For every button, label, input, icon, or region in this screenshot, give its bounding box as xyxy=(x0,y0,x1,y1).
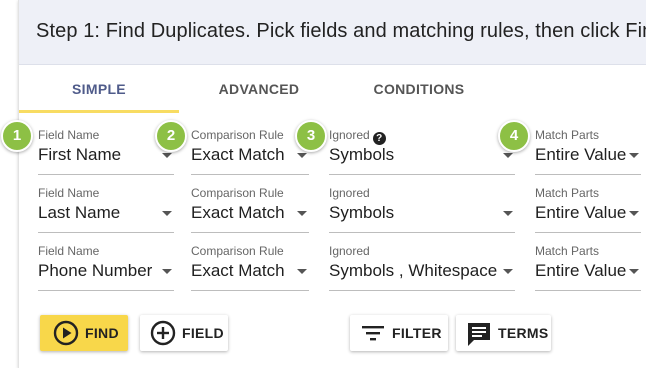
match-parts-value: Entire Value xyxy=(535,145,627,164)
dropdown-arrow-icon xyxy=(297,269,307,274)
tab-bar: SIMPLE ADVANCED CONDITIONS xyxy=(19,65,646,113)
filter-lines-icon xyxy=(362,326,384,341)
step-badge-3: 3 xyxy=(295,120,327,152)
ignored-select-1[interactable]: Ignored? Symbols xyxy=(329,128,515,175)
dropdown-arrow-icon xyxy=(297,211,307,216)
step-badge-4: 4 xyxy=(498,120,530,152)
field-underline xyxy=(535,232,641,233)
match-parts-select-1[interactable]: Match Parts Entire Value xyxy=(535,128,641,175)
comparison-rule-value: Exact Match xyxy=(191,203,285,222)
step-title: Step 1: Find Duplicates. Pick fields and… xyxy=(36,20,646,42)
field-name-label: Field Name xyxy=(38,244,100,258)
dropdown-arrow-icon xyxy=(503,211,513,216)
field-name-label: Field Name xyxy=(38,128,100,142)
step-badge-2: 2 xyxy=(155,120,187,152)
filter-button-label: FILTER xyxy=(392,325,442,341)
find-duplicates-panel: Step 1: Find Duplicates. Pick fields and… xyxy=(18,0,646,368)
field-name-select-2[interactable]: Field Name Last Name xyxy=(38,186,174,233)
step-header: Step 1: Find Duplicates. Pick fields and… xyxy=(19,0,646,65)
match-parts-label: Match Parts xyxy=(535,128,600,142)
tab-advanced[interactable]: ADVANCED xyxy=(179,65,339,113)
field-underline xyxy=(535,174,641,175)
play-circle-icon xyxy=(53,320,79,346)
field-name-label: Field Name xyxy=(38,186,100,200)
field-name-select-3[interactable]: Field Name Phone Number xyxy=(38,244,174,291)
dropdown-arrow-icon xyxy=(629,269,639,274)
filter-button[interactable]: FILTER xyxy=(350,315,448,351)
match-parts-label: Match Parts xyxy=(535,244,600,258)
ignored-label-wrap: Ignored? xyxy=(329,128,386,145)
dropdown-arrow-icon xyxy=(162,211,172,216)
field-underline xyxy=(329,232,515,233)
help-icon[interactable]: ? xyxy=(372,132,386,145)
field-underline xyxy=(191,290,309,291)
field-underline xyxy=(191,232,309,233)
field-underline xyxy=(191,174,309,175)
ignored-select-2[interactable]: Ignored Symbols xyxy=(329,186,515,233)
field-underline xyxy=(535,290,641,291)
add-circle-icon xyxy=(150,320,176,346)
add-field-button[interactable]: FIELD xyxy=(140,315,228,351)
comparison-rule-label: Comparison Rule xyxy=(191,186,284,200)
comparison-rule-select-2[interactable]: Comparison Rule Exact Match xyxy=(191,186,309,233)
comparison-rule-label: Comparison Rule xyxy=(191,244,284,258)
comparison-rule-select-3[interactable]: Comparison Rule Exact Match xyxy=(191,244,309,291)
comparison-rule-value: Exact Match xyxy=(191,261,285,280)
field-name-value: First Name xyxy=(38,145,122,164)
tab-conditions[interactable]: CONDITIONS xyxy=(339,65,499,113)
tab-simple[interactable]: SIMPLE xyxy=(19,65,179,113)
comparison-rule-value: Exact Match xyxy=(191,145,285,164)
field-name-value: Last Name xyxy=(38,203,121,222)
active-tab-indicator xyxy=(19,110,179,113)
comment-text-icon xyxy=(468,323,490,346)
match-parts-select-3[interactable]: Match Parts Entire Value xyxy=(535,244,641,291)
field-name-value: Phone Number xyxy=(38,261,153,280)
field-underline xyxy=(329,290,515,291)
field-underline xyxy=(38,232,174,233)
terms-button-label: TERMS xyxy=(498,325,549,341)
ignored-value: Symbols xyxy=(329,145,395,164)
field-name-select-1[interactable]: Field Name First Name xyxy=(38,128,174,175)
ignored-value: Symbols , Whitespace xyxy=(329,261,498,280)
add-field-button-label: FIELD xyxy=(182,325,224,341)
dropdown-arrow-icon xyxy=(629,211,639,216)
ignored-label: Ignored xyxy=(329,186,370,200)
dropdown-arrow-icon xyxy=(503,269,513,274)
dropdown-arrow-icon xyxy=(162,269,172,274)
field-underline xyxy=(38,290,174,291)
find-button-label: FIND xyxy=(85,325,119,341)
dropdown-arrow-icon xyxy=(297,153,307,158)
field-underline xyxy=(329,174,515,175)
comparison-rule-label: Comparison Rule xyxy=(191,128,284,142)
dropdown-arrow-icon xyxy=(629,153,639,158)
ignored-select-3[interactable]: Ignored Symbols , Whitespace xyxy=(329,244,515,291)
ignored-label: Ignored xyxy=(329,244,370,258)
ignored-value: Symbols xyxy=(329,203,395,222)
match-parts-value: Entire Value xyxy=(535,203,627,222)
match-parts-value: Entire Value xyxy=(535,261,627,280)
ignored-label: Ignored xyxy=(329,128,370,142)
comparison-rule-select-1[interactable]: Comparison Rule Exact Match xyxy=(191,128,309,175)
field-underline xyxy=(38,174,174,175)
dropdown-arrow-icon xyxy=(503,153,513,158)
match-parts-label: Match Parts xyxy=(535,186,600,200)
terms-button[interactable]: TERMS xyxy=(456,315,551,351)
find-button[interactable]: FIND xyxy=(40,315,128,351)
dropdown-arrow-icon xyxy=(162,153,172,158)
step-badge-1: 1 xyxy=(1,120,33,152)
match-parts-select-2[interactable]: Match Parts Entire Value xyxy=(535,186,641,233)
